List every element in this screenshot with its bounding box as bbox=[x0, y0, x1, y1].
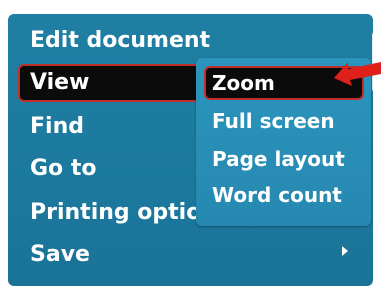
red-pointer-arrow-icon bbox=[330, 52, 381, 92]
submenu-item-page-layout[interactable]: Page layout bbox=[204, 142, 364, 176]
screen: Edit document View Find Go to Printing o… bbox=[0, 0, 381, 291]
submenu-item-full-screen[interactable]: Full screen bbox=[204, 104, 364, 138]
menu-item-edit-document[interactable]: Edit document bbox=[18, 22, 348, 60]
menu-item-save[interactable]: Save bbox=[18, 236, 348, 274]
submenu-item-word-count[interactable]: Word count bbox=[204, 178, 364, 212]
chevron-right-icon bbox=[340, 244, 352, 264]
menu-item-view[interactable]: View bbox=[18, 64, 208, 102]
